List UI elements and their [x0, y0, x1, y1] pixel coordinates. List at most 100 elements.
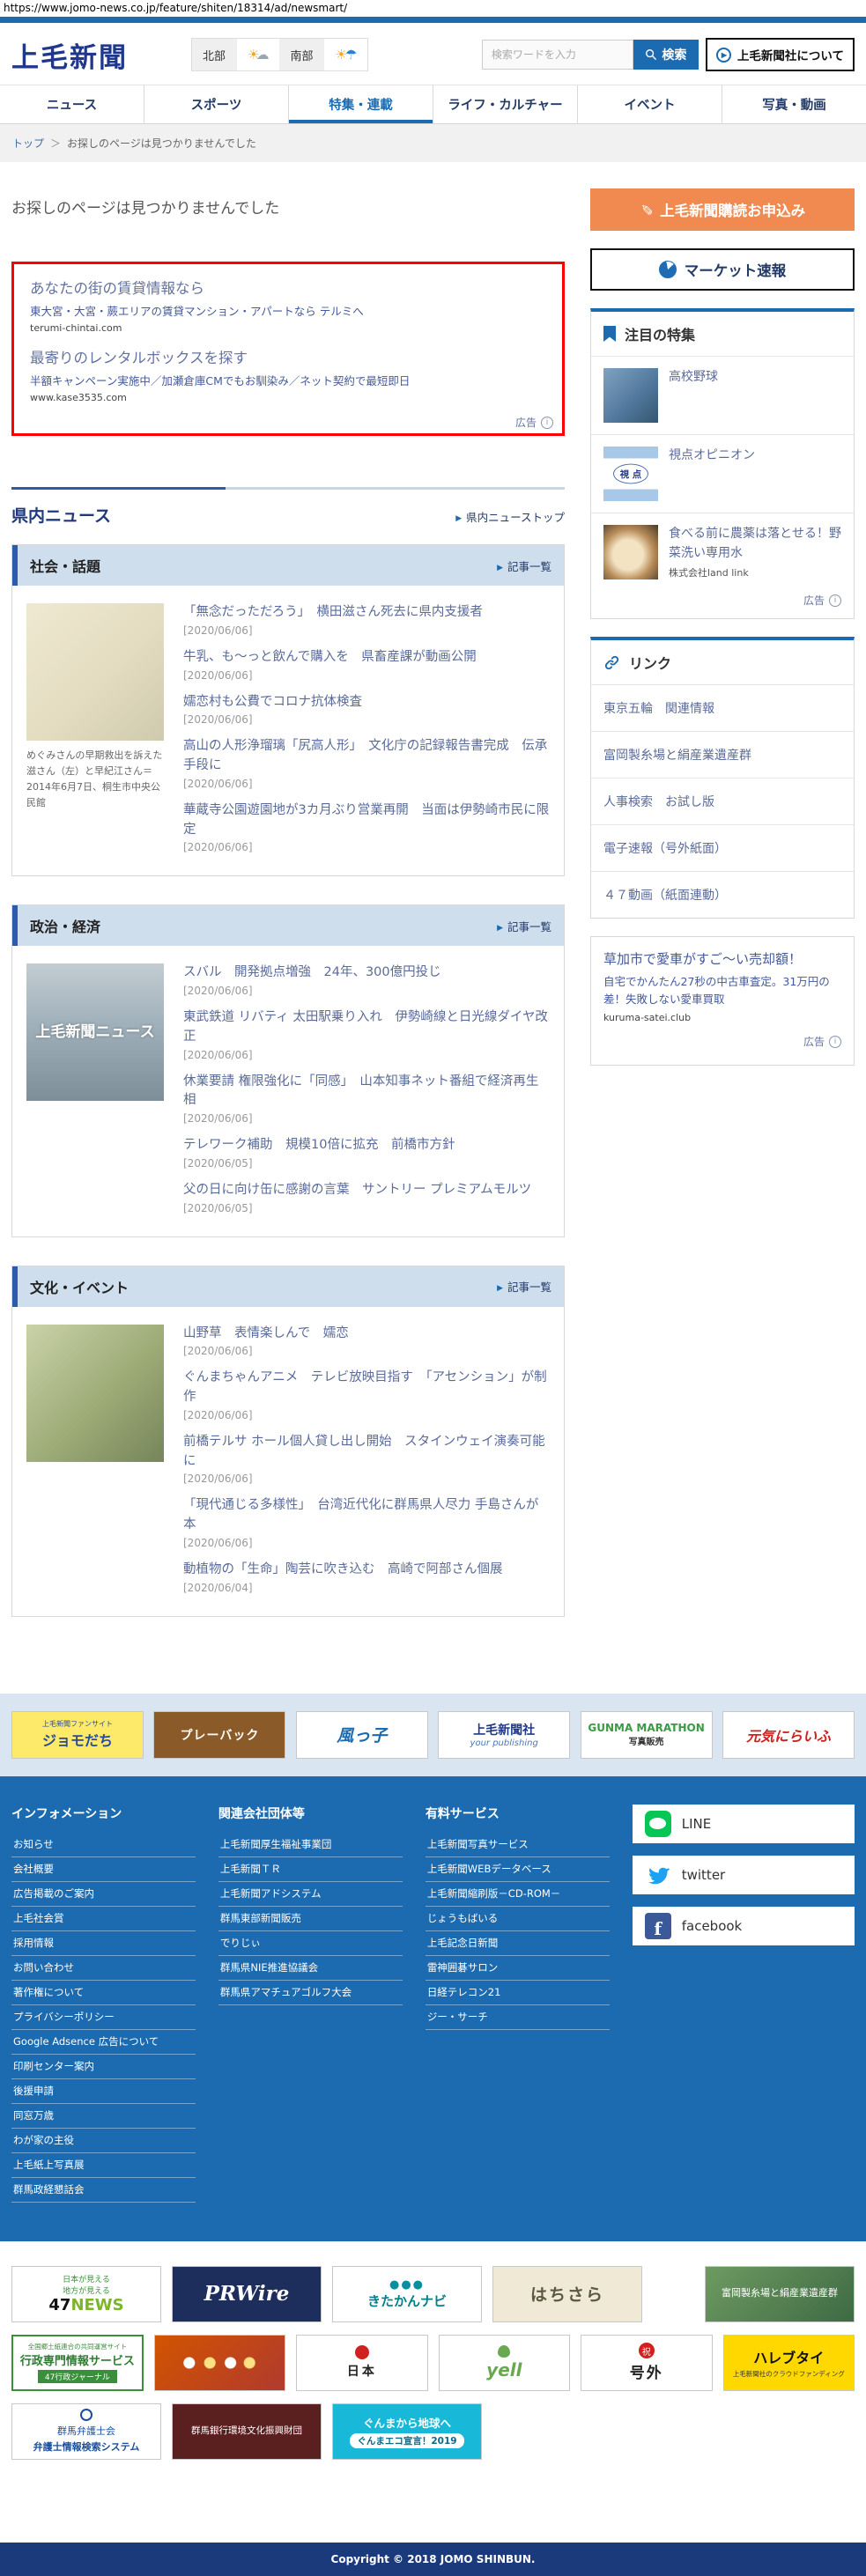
article-title-link[interactable]: 嬬恋村も公費でコロナ抗体検査	[183, 693, 550, 712]
footer-link[interactable]: お知らせ	[11, 1833, 196, 1857]
footer-link[interactable]: 同窓万歳	[11, 2104, 196, 2129]
sidebar-link-tomioka-silk[interactable]: 富岡製糸場と絹産業遺産群	[591, 731, 854, 778]
society-article-photo[interactable]	[26, 603, 164, 741]
footer-link[interactable]: 群馬県NIE推進協議会	[218, 1956, 403, 1981]
banner-gunma-eco[interactable]: ぐんまから地球へ ぐんまエコ宣言！2019	[332, 2403, 482, 2460]
footer-link[interactable]: お問い合わせ	[11, 1956, 196, 1981]
featured-item-shiten[interactable]: 視 点 視点オピニオン	[591, 434, 854, 513]
line-button[interactable]: LINE	[632, 1804, 855, 1843]
banner-kitakan-navi[interactable]: ●●● きたかんナビ	[332, 2265, 482, 2322]
footer-link[interactable]: ジー・サーチ	[425, 2005, 610, 2030]
article-title-link[interactable]: ぐんまちゃんアニメ テレビ放映目指す 「アセンション」が制作	[183, 1369, 550, 1407]
footer-link[interactable]: 上毛新聞写真サービス	[425, 1833, 610, 1857]
partner-jomodachi[interactable]: 上毛新聞ファンサイト ジョモだち	[11, 1710, 144, 1759]
footer-link[interactable]: 群馬県アマチュアゴルフ大会	[218, 1981, 403, 2005]
footer-link[interactable]: 上毛社会賞	[11, 1907, 196, 1931]
banner-illustration[interactable]	[153, 2334, 286, 2391]
footer-link[interactable]: 雷神囲碁サロン	[425, 1956, 610, 1981]
breadcrumb-home-link[interactable]: トップ	[12, 137, 44, 150]
banner-yell[interactable]: yell	[438, 2334, 571, 2391]
banner-tomioka-silk[interactable]: 富岡製糸場と絹産業遺産群	[705, 2265, 855, 2322]
tab-sports[interactable]: スポーツ	[144, 85, 288, 123]
sidebar-link-47-douga[interactable]: ４７動画（紙面連動）	[591, 871, 854, 918]
banner-gogai[interactable]: 号外	[581, 2334, 713, 2391]
article-title-link[interactable]: 動植物の「生命」陶芸に吹き込む 高崎で阿部さん個展	[183, 1561, 550, 1580]
market-report-button[interactable]: マーケット速報	[590, 248, 855, 291]
footer-link[interactable]: 上毛新聞アドシステム	[218, 1882, 403, 1907]
featured-item-ad[interactable]: 食べる前に農薬は落とせる！野菜洗い専用水 株式会社land link	[591, 513, 854, 591]
ad-title-link[interactable]: 草加市で愛車がすご〜い売却額！	[603, 949, 841, 968]
footer-link[interactable]: でりじぃ	[218, 1931, 403, 1956]
article-title-link[interactable]: テレワーク補助 規模10倍に拡充 前橋市方針	[183, 1136, 550, 1155]
partner-genki-life[interactable]: 元気にらいふ	[722, 1710, 855, 1759]
banner-47news[interactable]: 日本が見える 地方が見える 47NEWS	[11, 2265, 161, 2322]
footer-link[interactable]: 会社概要	[11, 1857, 196, 1882]
footer-link[interactable]: 広告掲載のご案内	[11, 1882, 196, 1907]
ad-choices-label[interactable]: 広告	[515, 415, 553, 430]
tab-life-culture[interactable]: ライフ・カルチャー	[433, 85, 577, 123]
footer-link[interactable]: 上毛新聞ＴＲ	[218, 1857, 403, 1882]
ad-info-icon[interactable]	[829, 1035, 841, 1048]
politics-article-photo[interactable]: 上毛新聞ニュース	[26, 963, 164, 1102]
footer-link[interactable]: Google Adsence 広告について	[11, 2030, 196, 2055]
footer-link[interactable]: 上毛新聞厚生福祉事業団	[218, 1833, 403, 1857]
search-button[interactable]: 検索	[633, 40, 699, 70]
banner-gunma-bank-foundation[interactable]: 群馬銀行環境文化振興財団	[172, 2403, 322, 2460]
footer-link[interactable]: 上毛新聞縮刷版－CD-ROM－	[425, 1882, 610, 1907]
article-title-link[interactable]: 華蔵寺公園遊園地が3カ月ぶり営業再開 当面は伊勢崎市民に限定	[183, 801, 550, 840]
tab-events[interactable]: イベント	[577, 85, 722, 123]
culture-article-photo[interactable]	[26, 1324, 164, 1462]
article-title-link[interactable]: 「無念だっただろう」 横田滋さん死去に県内支援者	[183, 603, 550, 623]
sidebar-link-tokyo-olympics[interactable]: 東京五輪 関連情報	[591, 684, 854, 731]
banner-gunma-bengoshikai[interactable]: 群馬弁護士会 弁護士情報検索システム	[11, 2403, 161, 2460]
article-title-link[interactable]: 牛乳、も〜っと飲んで購入を 県畜産課が動画公開	[183, 648, 550, 668]
sidebar-ad[interactable]: 草加市で愛車がすご〜い売却額！ 自宅でかんたん27秒の中古車査定。31万円の差！…	[590, 936, 855, 1067]
site-logo[interactable]: 上毛新聞	[11, 35, 128, 75]
banner-nihon[interactable]: 日本	[296, 2334, 428, 2391]
twitter-button[interactable]: twitter	[632, 1855, 855, 1894]
partner-kazakko[interactable]: 風っ子	[295, 1710, 428, 1759]
ad-info-icon[interactable]	[829, 594, 841, 607]
tab-features[interactable]: 特集・連載	[288, 85, 433, 123]
article-title-link[interactable]: 東武鉄道 リバティ 太田駅乗り入れ 伊勢崎線と日光線ダイヤ改正	[183, 1008, 550, 1047]
featured-item-koko-yakyu[interactable]: 高校野球	[591, 356, 854, 434]
ad-choices-label[interactable]: 広告	[603, 1023, 841, 1058]
partner-jomo-publishing[interactable]: 上毛新聞社 your publishing	[438, 1710, 571, 1759]
banner-harebutai[interactable]: ハレブタイ 上毛新聞社のクラウドファンディング	[722, 2334, 855, 2391]
footer-link[interactable]: 採用情報	[11, 1931, 196, 1956]
footer-link[interactable]: 後援申請	[11, 2079, 196, 2104]
partner-playback[interactable]: プレーバック	[153, 1710, 286, 1759]
subscribe-button[interactable]: ✎ 上毛新聞購読お申込み	[590, 188, 855, 231]
search-input[interactable]	[481, 40, 633, 70]
footer-link[interactable]: 群馬政経懇話会	[11, 2178, 196, 2203]
footer-link[interactable]: 上毛新聞WEBデータベース	[425, 1857, 610, 1882]
article-title-link[interactable]: 山野草 表情楽しんで 嬬恋	[183, 1325, 550, 1344]
footer-link[interactable]: プライバシーポリシー	[11, 2005, 196, 2030]
facebook-button[interactable]: facebook	[632, 1906, 855, 1945]
article-title-link[interactable]: 高山の人形浄瑠璃「尻高人形」 文化庁の記録報告書完成 伝承手段に	[183, 737, 550, 776]
banner-prwire[interactable]: PRWire	[172, 2265, 322, 2322]
ad-title-link[interactable]: あなたの街の賃貸情報なら	[30, 277, 546, 298]
sidebar-link-jinji-search[interactable]: 人事検索 お試し版	[591, 778, 854, 824]
footer-link[interactable]: わが家の主役	[11, 2129, 196, 2153]
section-culture-list-link[interactable]: 記事一覧	[497, 1278, 551, 1295]
footer-link[interactable]: 日経テレコン21	[425, 1981, 610, 2005]
article-title-link[interactable]: スバル 開発拠点増強 24年、300億円投じ	[183, 963, 550, 983]
footer-link[interactable]: じょうもばいる	[425, 1907, 610, 1931]
section-politics-list-link[interactable]: 記事一覧	[497, 918, 551, 934]
footer-link[interactable]: 上毛紙上写真展	[11, 2153, 196, 2178]
article-title-link[interactable]: 「現代通じる多様性」 台湾近代化に群馬県人尽力 手島さんが本	[183, 1496, 550, 1535]
about-company-button[interactable]: ▶ 上毛新聞社について	[705, 38, 855, 71]
sidebar-link-denshi-sokuho[interactable]: 電子速報（号外紙面）	[591, 824, 854, 871]
footer-link[interactable]: 上毛記念日新聞	[425, 1931, 610, 1956]
ad-title-link[interactable]: 最寄りのレンタルボックスを探す	[30, 346, 546, 367]
weather-widget[interactable]: 北部 ☀ ☁ 南部 ☀ ☂	[191, 38, 369, 71]
article-title-link[interactable]: 休業要請 権限強化に「同感」 山本知事ネット番組で経済再生相	[183, 1073, 550, 1111]
browser-url[interactable]: https://www.jomo-news.co.jp/feature/shit…	[0, 0, 866, 17]
partner-gunma-marathon[interactable]: GUNMA MARATHON 写真販売	[580, 1710, 713, 1759]
ad-choices-label[interactable]: 広告	[591, 591, 854, 618]
banner-gyosei-journal[interactable]: 全国郷土紙連合の共同運営サイト 行政専門情報サービス 47行政ジャーナル	[11, 2334, 144, 2391]
footer-link[interactable]: 群馬東部新聞販売	[218, 1907, 403, 1931]
article-title-link[interactable]: 父の日に向け缶に感謝の言葉 サントリー プレミアムモルツ	[183, 1181, 550, 1200]
ad-info-icon[interactable]	[541, 416, 553, 429]
